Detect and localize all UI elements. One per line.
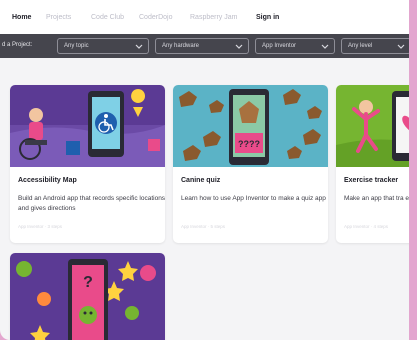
project-card-canine-quiz[interactable]: ???? Canine quiz Learn how to use App In… <box>173 85 328 243</box>
card-meta: App Inventor · 5 steps <box>181 224 226 229</box>
level-select[interactable]: Any level <box>341 38 411 54</box>
topic-select-value: Any topic <box>64 43 89 49</box>
project-filter-bar: d a Project: Any topic Any hardware App … <box>0 34 417 58</box>
nav-coderdojo[interactable]: CoderDojo <box>139 14 172 21</box>
chevron-down-icon <box>135 44 143 49</box>
nav-code-club[interactable]: Code Club <box>91 14 124 21</box>
nav-projects[interactable]: Projects <box>46 14 71 21</box>
canine-quiz-illustration: ???? <box>173 85 328 167</box>
card-title: Exercise tracker <box>344 177 399 184</box>
chevron-down-icon <box>321 44 329 49</box>
card-title: Canine quiz <box>181 177 221 184</box>
hardware-select-value: Any hardware <box>162 43 200 49</box>
exercise-tracker-illustration <box>336 85 417 167</box>
top-navbar: Home Projects Code Club CoderDojo Raspbe… <box>0 0 417 34</box>
card-description: Build an Android app that records specif… <box>18 195 165 212</box>
level-select-value: Any level <box>348 43 373 49</box>
svg-text:?: ? <box>83 274 93 291</box>
chevron-down-icon <box>397 44 405 49</box>
project-card-accessibility-map[interactable]: Accessibility Map Build an Android app t… <box>10 85 165 243</box>
card-title: Accessibility Map <box>18 177 77 184</box>
software-select[interactable]: App Inventor <box>255 38 335 54</box>
hardware-select[interactable]: Any hardware <box>155 38 249 54</box>
nav-sign-in[interactable]: Sign in <box>256 14 279 21</box>
device-frame-edge <box>409 0 417 340</box>
card-meta: App Inventor · 4 steps <box>344 224 389 229</box>
software-select-value: App Inventor <box>262 43 297 49</box>
svg-text:????: ???? <box>238 139 260 149</box>
chevron-down-icon <box>235 44 243 49</box>
browser-screen: Home Projects Code Club CoderDojo Raspbe… <box>0 0 417 340</box>
nav-raspberry-jam[interactable]: Raspberry Jam <box>190 14 237 21</box>
nav-home[interactable]: Home <box>12 14 31 21</box>
quiz-illustration: ? <box>10 253 165 340</box>
topic-select[interactable]: Any topic <box>57 38 149 54</box>
accessibility-map-illustration <box>10 85 165 167</box>
project-card-exercise-tracker[interactable]: Exercise tracker Make an app that tra ex… <box>336 85 417 243</box>
project-card-fourth[interactable]: ? <box>10 253 165 340</box>
card-meta: App Inventor · 3 steps <box>18 224 63 229</box>
filter-label: d a Project: <box>2 42 33 48</box>
card-description: Make an app that tra exercise you do <box>344 195 417 202</box>
card-description: Learn how to use App Inventor to make a … <box>181 195 326 202</box>
